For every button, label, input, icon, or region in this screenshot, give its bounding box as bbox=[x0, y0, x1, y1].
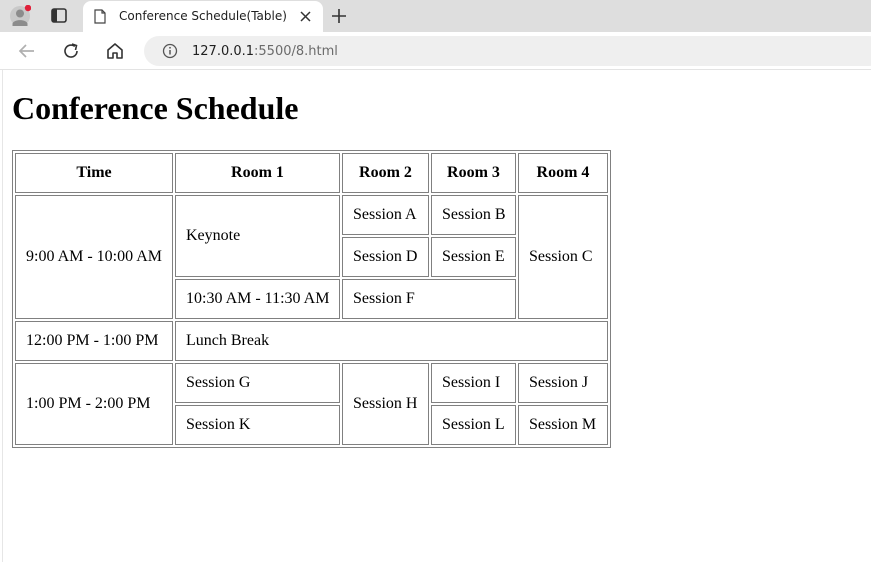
time-cell: 10:30 AM - 11:30 AM bbox=[175, 279, 340, 319]
session-cell: Session G bbox=[175, 363, 340, 403]
header-room-4: Room 4 bbox=[518, 153, 608, 193]
table-header-row: Time Room 1 Room 2 Room 3 Room 4 bbox=[15, 153, 608, 193]
header-room-2: Room 2 bbox=[342, 153, 429, 193]
close-icon[interactable] bbox=[299, 10, 312, 23]
session-cell: Session A bbox=[342, 195, 429, 235]
session-cell: Session K bbox=[175, 405, 340, 445]
tab-strip: Conference Schedule(Table) bbox=[0, 0, 871, 32]
header-time: Time bbox=[15, 153, 173, 193]
session-cell: Session C bbox=[518, 195, 608, 319]
schedule-table: Time Room 1 Room 2 Room 3 Room 4 9:00 AM… bbox=[12, 150, 611, 448]
tab-title: Conference Schedule(Table) bbox=[119, 9, 287, 23]
url-path: :5500/8.html bbox=[254, 44, 338, 59]
time-cell: 1:00 PM - 2:00 PM bbox=[15, 363, 173, 445]
session-cell: Session J bbox=[518, 363, 608, 403]
table-row: 9:00 AM - 10:00 AM Keynote Session A Ses… bbox=[15, 195, 608, 319]
session-cell: Session E bbox=[431, 237, 516, 277]
new-tab-plus-icon[interactable] bbox=[330, 7, 348, 25]
session-cell: Session H bbox=[342, 363, 429, 445]
page-viewport: Conference Schedule Time Room 1 Room 2 R… bbox=[2, 70, 871, 562]
page-title: Conference Schedule bbox=[12, 90, 299, 126]
document-icon bbox=[94, 9, 106, 24]
home-icon[interactable] bbox=[105, 41, 125, 61]
session-cell: Session D bbox=[342, 237, 429, 277]
table-row: 12:00 PM - 1:00 PM Lunch Break bbox=[15, 321, 608, 361]
url-text[interactable]: 127.0.0.1:5500/8.html bbox=[192, 44, 338, 59]
lunch-cell: Lunch Break bbox=[175, 321, 608, 361]
tab-actions-icon[interactable] bbox=[48, 6, 70, 26]
session-cell: Session L bbox=[431, 405, 516, 445]
table-row: 1:00 PM - 2:00 PM Session G Session H Se… bbox=[15, 363, 608, 445]
header-room-1: Room 1 bbox=[175, 153, 340, 193]
time-cell: 12:00 PM - 1:00 PM bbox=[15, 321, 173, 361]
site-info-icon[interactable] bbox=[162, 43, 178, 59]
url-host: 127.0.0.1 bbox=[192, 44, 255, 59]
back-arrow-icon[interactable] bbox=[17, 41, 37, 61]
tab-active[interactable]: Conference Schedule(Table) bbox=[83, 1, 323, 32]
reload-icon[interactable] bbox=[61, 41, 81, 61]
session-cell: Session F bbox=[342, 279, 516, 319]
session-cell: Session M bbox=[518, 405, 608, 445]
time-cell: 9:00 AM - 10:00 AM bbox=[15, 195, 173, 319]
browser-toolbar: 127.0.0.1:5500/8.html bbox=[0, 32, 871, 70]
address-bar[interactable]: 127.0.0.1:5500/8.html bbox=[144, 36, 871, 66]
profile-avatar-icon[interactable] bbox=[9, 4, 32, 27]
header-room-3: Room 3 bbox=[431, 153, 516, 193]
session-cell: Session I bbox=[431, 363, 516, 403]
session-cell: Session B bbox=[431, 195, 516, 235]
session-cell: Keynote bbox=[175, 195, 340, 277]
